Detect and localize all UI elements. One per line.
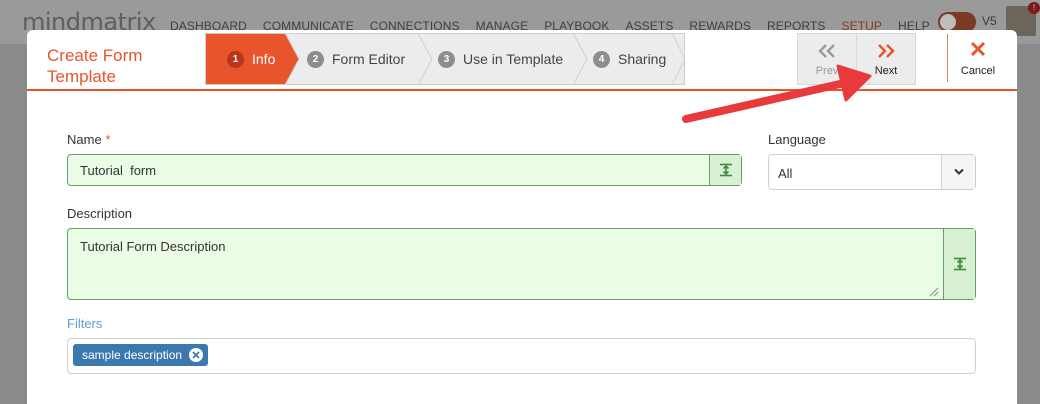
prev-button[interactable]: Prev [797, 33, 857, 85]
double-chevron-left-icon [818, 44, 835, 58]
next-button[interactable]: Next [856, 33, 916, 85]
theme-toggle[interactable] [938, 12, 976, 32]
step-label: Use in Template [463, 51, 564, 67]
language-select[interactable]: All [768, 154, 976, 190]
modal-header: Create Form Template 1 Info 2 Form Edito… [27, 30, 1017, 91]
filter-tag: sample description [73, 344, 209, 366]
close-icon [192, 351, 200, 359]
filters-label: Filters [67, 316, 103, 331]
header-divider [947, 34, 948, 82]
step-label: Info [252, 51, 276, 67]
step-use-in-template[interactable]: 3 Use in Template [438, 33, 563, 85]
step-number: 1 [227, 50, 244, 68]
description-textarea[interactable]: Tutorial Form Description [67, 228, 976, 300]
name-label: Name * [67, 132, 110, 147]
name-input[interactable]: Tutorial form [67, 154, 742, 186]
language-dropdown-toggle[interactable] [941, 155, 975, 189]
wizard-steps: 1 Info 2 Form Editor 3 Use in Template 4… [205, 33, 685, 85]
step-label: Sharing [618, 51, 667, 67]
close-icon [970, 41, 986, 57]
name-expand-button[interactable] [709, 155, 741, 185]
step-label: Form Editor [332, 51, 406, 67]
prev-label: Prev [815, 65, 839, 77]
remove-tag-button[interactable] [189, 348, 204, 362]
required-marker: * [105, 132, 111, 147]
language-label: Language [768, 132, 826, 147]
step-number: 2 [307, 50, 324, 68]
cancel-label: Cancel [960, 65, 996, 77]
notification-badge: ! [1028, 2, 1040, 14]
name-value: Tutorial form [80, 163, 157, 178]
name-label-text: Name [67, 132, 102, 147]
filter-tag-label: sample description [82, 348, 183, 362]
create-form-template-modal: Create Form Template 1 Info 2 Form Edito… [27, 30, 1017, 404]
expand-vertical-icon [953, 257, 966, 271]
step-number: 3 [438, 50, 455, 68]
double-chevron-right-icon [878, 44, 895, 58]
step-sharing[interactable]: 4 Sharing [593, 33, 666, 85]
next-label: Next [874, 65, 898, 77]
description-label: Description [67, 206, 133, 221]
language-value: All [778, 166, 793, 181]
description-value: Tutorial Form Description [80, 239, 226, 254]
resize-handle-icon[interactable] [929, 287, 939, 297]
step-info[interactable]: 1 Info [227, 33, 275, 85]
cancel-button[interactable]: Cancel [957, 40, 999, 80]
expand-vertical-icon [719, 163, 732, 177]
filters-input[interactable]: sample description [67, 338, 976, 374]
modal-title: Create Form Template [47, 46, 143, 86]
step-form-editor[interactable]: 2 Form Editor [307, 33, 405, 85]
step-number: 4 [593, 50, 610, 68]
description-expand-button[interactable] [943, 229, 975, 299]
chevron-down-icon [953, 168, 964, 175]
version-label: V5 [982, 14, 997, 28]
